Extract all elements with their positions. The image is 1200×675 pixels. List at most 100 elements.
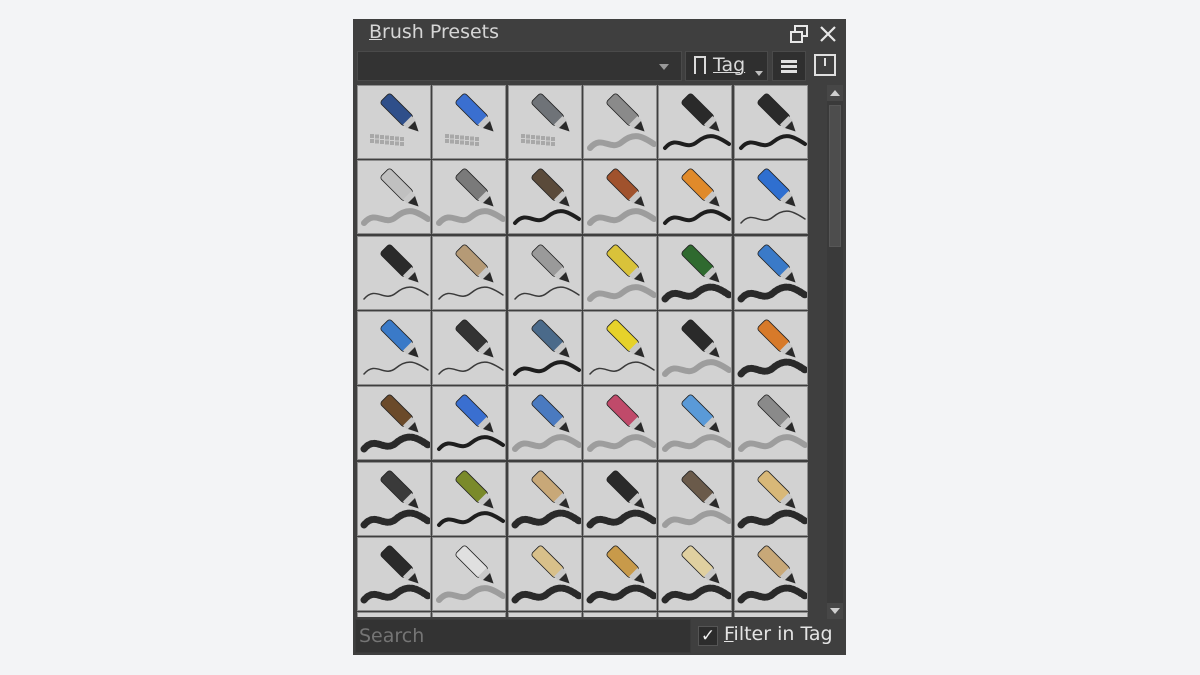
pencil-blue-icon <box>737 244 807 303</box>
brush-preset-tile[interactable] <box>508 612 582 617</box>
marker-blue-2-icon <box>512 394 581 452</box>
brush-preset-tile[interactable] <box>658 612 732 617</box>
brush-preset-tile[interactable] <box>357 236 431 310</box>
brush-preset-tile[interactable] <box>508 85 582 159</box>
brush-preset-tile[interactable] <box>432 236 506 310</box>
import-resources-icon <box>814 54 836 76</box>
docker-titlebar[interactable]: Brush Presets <box>353 19 846 49</box>
eraser-soft-icon <box>521 93 570 146</box>
chevron-down-icon <box>659 64 669 70</box>
tag-button-label: Tag <box>713 54 746 76</box>
brush-preset-tile[interactable] <box>432 537 506 611</box>
partial-4-icon <box>584 613 657 617</box>
search-input[interactable] <box>355 619 691 653</box>
brush-preset-tile[interactable] <box>432 386 506 460</box>
brush-preset-tile[interactable] <box>734 612 808 617</box>
brush-preset-tile[interactable] <box>432 462 506 536</box>
brush-preset-tile[interactable] <box>658 311 732 385</box>
filbert-brush-icon <box>511 545 581 604</box>
pencil-blue-2-icon <box>363 319 429 375</box>
float-window-icon[interactable] <box>789 23 811 45</box>
import-resources-button[interactable] <box>812 51 838 81</box>
partial-3-icon <box>509 613 582 617</box>
brush-preset-tile[interactable] <box>734 462 808 536</box>
scrollbar-thumb[interactable] <box>829 105 841 247</box>
smudge-icon <box>360 545 430 604</box>
brush-preset-tile[interactable] <box>357 386 431 460</box>
round-brush-orange-icon <box>663 168 731 225</box>
fan-brush-icon <box>511 470 581 529</box>
brush-preset-tile[interactable] <box>583 462 657 536</box>
ink-pen-icon <box>663 93 731 150</box>
marker-cyan-icon <box>662 394 731 452</box>
pen-silver-icon <box>361 168 430 226</box>
brush-preset-tile[interactable] <box>357 85 431 159</box>
brush-preset-tile[interactable] <box>508 462 582 536</box>
brush-preset-tile[interactable] <box>658 85 732 159</box>
brush-preset-tile[interactable] <box>583 612 657 617</box>
tag-selector-combo[interactable] <box>357 51 682 81</box>
preset-grid <box>357 85 809 617</box>
brush-preset-tile[interactable] <box>357 160 431 234</box>
brush-preset-tile[interactable] <box>583 85 657 159</box>
airbrush-icon <box>587 93 656 151</box>
marker-grey-icon <box>738 394 807 452</box>
brush-preset-tile[interactable] <box>734 386 808 460</box>
partial-6-icon <box>735 613 808 617</box>
ink-brush-icon <box>360 394 430 453</box>
brush-preset-tile[interactable] <box>508 386 582 460</box>
brush-preset-tile[interactable] <box>357 537 431 611</box>
brush-preset-tile[interactable] <box>508 537 582 611</box>
brush-preset-tile[interactable] <box>583 311 657 385</box>
preset-toolbar: Tag <box>353 50 846 84</box>
brush-preset-tile[interactable] <box>432 85 506 159</box>
brush-preset-tile[interactable] <box>734 85 808 159</box>
brush-preset-tile[interactable] <box>583 236 657 310</box>
brush-preset-tile[interactable] <box>432 311 506 385</box>
marker-pink-icon <box>587 394 656 452</box>
brush-preset-tile[interactable] <box>658 537 732 611</box>
scroll-up-icon[interactable] <box>827 85 843 101</box>
brush-preset-tile[interactable] <box>508 160 582 234</box>
brush-preset-tile[interactable] <box>432 612 506 617</box>
fountain-pen-black-icon <box>662 319 731 377</box>
brush-preset-tile[interactable] <box>734 311 808 385</box>
brush-preset-tile[interactable] <box>658 160 732 234</box>
bookmark-icon <box>694 56 706 75</box>
round-brush-icon <box>737 319 807 378</box>
brush-preset-tile[interactable] <box>357 612 431 617</box>
brush-preset-tile[interactable] <box>357 311 431 385</box>
splay-brush-icon <box>586 545 656 604</box>
oil-brush-icon <box>737 545 807 604</box>
brush-preset-tile[interactable] <box>583 386 657 460</box>
brush-preset-tile[interactable] <box>508 236 582 310</box>
filter-in-tag-label: Filter in Tag <box>724 623 833 645</box>
brush-preset-tile[interactable] <box>583 160 657 234</box>
partial-5-icon <box>659 613 732 617</box>
brush-preset-tile[interactable] <box>508 311 582 385</box>
dry-brush-icon <box>661 545 731 604</box>
filter-in-tag-checkbox[interactable]: ✓ <box>698 626 718 646</box>
marker-icon <box>739 93 807 150</box>
tag-button[interactable]: Tag <box>685 51 768 81</box>
eraser-icon <box>370 93 419 146</box>
brush-preset-tile[interactable] <box>583 537 657 611</box>
marker-blue-icon <box>437 394 505 451</box>
brush-preset-tile[interactable] <box>658 462 732 536</box>
preset-scrollbar[interactable] <box>827 85 843 619</box>
brush-preset-tile[interactable] <box>357 462 431 536</box>
brush-preset-tile[interactable] <box>432 160 506 234</box>
brush-preset-tile[interactable] <box>734 160 808 234</box>
scroll-down-icon[interactable] <box>827 603 843 619</box>
close-icon[interactable] <box>817 23 839 45</box>
brush-preset-tile[interactable] <box>734 537 808 611</box>
pencil-yellow-icon <box>587 244 656 302</box>
pen-grey-icon <box>436 168 505 226</box>
hamburger-menu-icon[interactable] <box>772 51 806 81</box>
blue-pencil-icon <box>740 168 806 224</box>
brush-preset-tile[interactable] <box>734 236 808 310</box>
flat-brush-icon <box>586 470 656 529</box>
brush-preset-tile[interactable] <box>658 236 732 310</box>
eraser-pen-icon <box>445 93 494 146</box>
brush-preset-tile[interactable] <box>658 386 732 460</box>
